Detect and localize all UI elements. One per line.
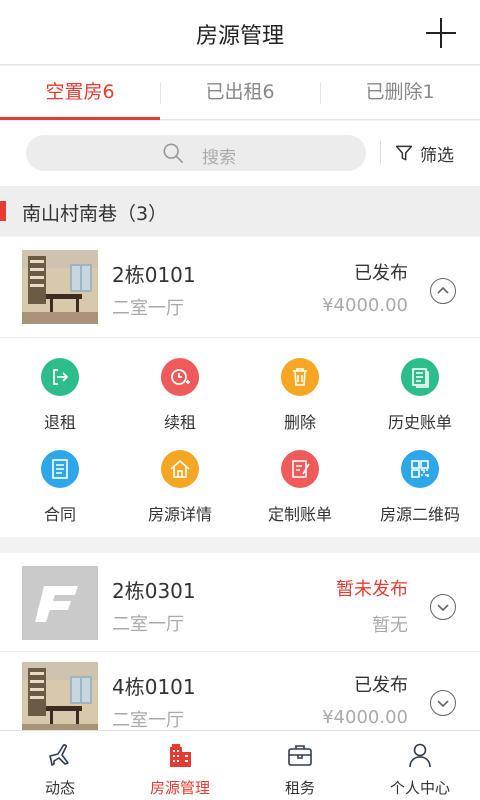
nav-label: 动态 [44, 779, 75, 797]
room-name: 4栋0101 [112, 675, 196, 699]
room-rent: 暂无 [372, 615, 408, 636]
filter-button[interactable]: 筛选 [394, 139, 454, 167]
action-delete[interactable]: 删除 [240, 358, 360, 433]
room-thumbnail [22, 250, 98, 324]
nav-label: 个人中心 [389, 779, 450, 797]
action-label: 房源详情 [147, 505, 212, 524]
room-photo-image [22, 250, 98, 324]
filter-icon [395, 145, 413, 161]
room-name: 2栋0301 [112, 579, 196, 603]
action-label: 删除 [283, 413, 316, 432]
tab-deleted[interactable]: 已删除1 [320, 66, 480, 119]
search-divider [380, 141, 381, 165]
tab-vacant[interactable]: 空置房6 [0, 66, 160, 120]
app-root: 房源管理 空置房6 已出租6 已删除1 搜索 筛选 南山村南巷（3） 2栋010… [0, 0, 480, 800]
collapse-toggle[interactable] [430, 278, 456, 304]
action-house-detail[interactable]: 房源详情 [120, 450, 240, 525]
house-detail-icon [161, 450, 199, 488]
room-status: 已发布 [354, 675, 408, 696]
room-status: 已发布 [354, 263, 408, 284]
room-layout: 二室一厅 [112, 298, 184, 319]
nav-item-feed[interactable]: 动态 [0, 731, 120, 800]
chevron-up-icon [437, 286, 449, 294]
expand-toggle[interactable] [430, 690, 456, 716]
person-icon [409, 743, 431, 768]
action-label: 合同 [43, 505, 76, 524]
bottom-nav: 动态 房源管理 租务 个人中心 [0, 730, 480, 800]
contract-icon [41, 450, 79, 488]
group-title: 南山村南巷（3） [22, 203, 168, 225]
plane-icon [49, 744, 69, 766]
placeholder-logo-icon [22, 566, 98, 640]
action-label: 退租 [43, 413, 76, 432]
action-label: 历史账单 [387, 413, 452, 432]
room-row[interactable]: 2栋0301 二室一厅 暂未发布 暂无 [0, 553, 480, 651]
chevron-down-icon [437, 604, 449, 612]
room-thumbnail [22, 662, 98, 730]
search-input[interactable]: 搜索 [26, 135, 366, 171]
nav-label: 房源管理 [149, 779, 210, 797]
nav-label: 租务 [284, 779, 315, 797]
action-checkout[interactable]: 退租 [0, 358, 120, 433]
group-accent-bar [0, 201, 6, 221]
room-photo-image [22, 662, 98, 730]
nav-item-profile[interactable]: 个人中心 [360, 731, 480, 800]
action-qrcode[interactable]: 房源二维码 [360, 450, 480, 525]
action-label: 定制账单 [267, 505, 332, 524]
room-thumbnail [22, 566, 98, 640]
room-layout: 二室一厅 [112, 710, 184, 730]
room-name: 2栋0101 [112, 263, 196, 287]
checkout-icon [41, 358, 79, 396]
group-header: 南山村南巷（3） [0, 186, 480, 236]
nav-item-rental[interactable]: 租务 [240, 731, 360, 800]
building-icon [170, 744, 191, 767]
history-bill-icon [401, 358, 439, 396]
add-room-button[interactable] [424, 16, 458, 50]
action-label: 房源二维码 [379, 505, 460, 524]
room-rent: ¥4000.00 [322, 707, 408, 728]
search-icon [163, 143, 183, 163]
action-renew[interactable]: 续租 [120, 358, 240, 433]
room-layout: 二室一厅 [112, 614, 184, 635]
room-row[interactable]: 4栋0101 二室一厅 已发布 ¥4000.00 [0, 652, 480, 730]
action-history-bill[interactable]: 历史账单 [360, 358, 480, 433]
qrcode-icon [401, 450, 439, 488]
action-contract[interactable]: 合同 [0, 450, 120, 525]
renew-icon [161, 358, 199, 396]
custom-bill-icon [281, 450, 319, 488]
status-tabs: 空置房6 已出租6 已删除1 [0, 66, 480, 120]
action-custom-bill[interactable]: 定制账单 [240, 450, 360, 525]
briefcase-icon [288, 745, 312, 766]
search-section: 搜索 筛选 [0, 121, 480, 186]
filter-label: 筛选 [420, 145, 454, 166]
action-label: 续租 [163, 413, 196, 432]
tab-rented[interactable]: 已出租6 [160, 66, 320, 119]
room-rent: ¥4000.00 [322, 295, 408, 316]
room-row[interactable]: 2栋0101 二室一厅 已发布 ¥4000.00 [0, 237, 480, 337]
search-placeholder: 搜索 [202, 148, 236, 168]
expand-toggle[interactable] [430, 594, 456, 620]
top-bar: 房源管理 [0, 0, 480, 65]
trash-icon [281, 358, 319, 396]
nav-item-property[interactable]: 房源管理 [120, 731, 240, 800]
room-status: 暂未发布 [336, 579, 408, 600]
page-title: 房源管理 [195, 24, 284, 49]
room-actions-panel: 退租 续租 删除 历史账单 合同 房源详情 定制账单 房源二维码 [0, 337, 480, 537]
chevron-down-icon [437, 700, 449, 708]
